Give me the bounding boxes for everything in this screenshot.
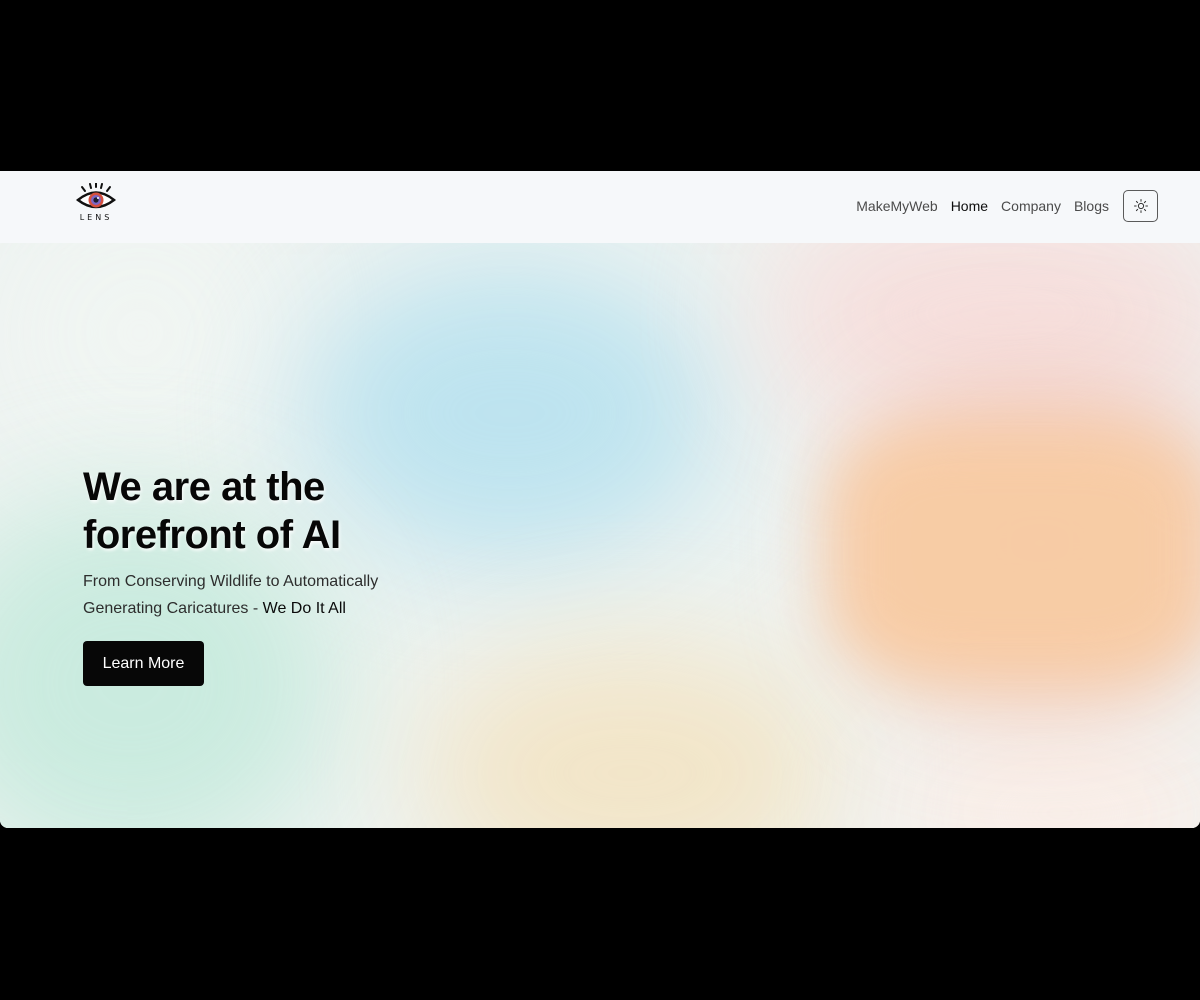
sun-icon — [1133, 199, 1148, 213]
nav-item-home[interactable]: Home — [951, 198, 988, 214]
nav-item-makemyweb[interactable]: MakeMyWeb — [856, 198, 937, 214]
navbar: LENS MakeMyWeb Home Company Blogs — [0, 171, 1200, 243]
hero-subtitle: From Conserving Wildlife to Automaticall… — [83, 568, 403, 622]
eye-icon — [76, 182, 116, 209]
gradient-blob — [420, 643, 840, 828]
theme-toggle-button[interactable] — [1123, 190, 1158, 222]
gradient-blob — [880, 713, 1200, 828]
learn-more-button[interactable]: Learn More — [83, 641, 204, 686]
browser-viewport: LENS MakeMyWeb Home Company Blogs We are… — [0, 171, 1200, 828]
gradient-blob — [10, 243, 270, 463]
hero-subtitle-emphasis: We Do It All — [262, 600, 346, 617]
hero-headline: We are at the forefront of AI — [83, 465, 341, 557]
hero-content: We are at the forefront of AI From Conse… — [83, 463, 423, 686]
gradient-blob — [830, 423, 1200, 683]
nav-item-company[interactable]: Company — [1001, 198, 1061, 214]
brand-logo-text: LENS — [79, 213, 113, 222]
brand-logo[interactable]: LENS — [76, 182, 116, 227]
nav-links: MakeMyWeb Home Company Blogs — [856, 190, 1158, 222]
nav-item-blogs[interactable]: Blogs — [1074, 198, 1109, 214]
hero-section: We are at the forefront of AI From Conse… — [0, 243, 1200, 828]
